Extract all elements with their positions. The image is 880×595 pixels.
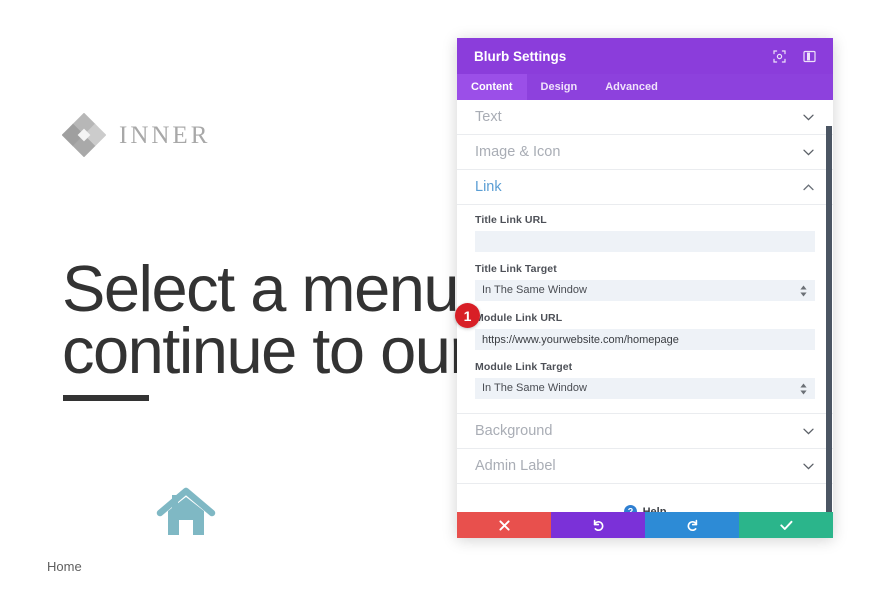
- module-link-target-select[interactable]: In The Same Window: [475, 378, 815, 399]
- stepper-arrows-icon: [800, 383, 807, 394]
- close-x-icon: [498, 519, 510, 531]
- stepper-arrows-icon: [800, 285, 807, 296]
- svg-text:?: ?: [627, 507, 633, 512]
- title-link-url-input[interactable]: [475, 231, 815, 252]
- field-title-link-target: Title Link Target In The Same Window: [475, 263, 815, 301]
- chevron-down-icon: [802, 460, 815, 473]
- tab-design[interactable]: Design: [527, 74, 592, 100]
- blurb-settings-panel: Blurb Settings Content Design Advanced T…: [457, 38, 833, 538]
- chevron-up-icon: [802, 181, 815, 194]
- site-logo[interactable]: INNER: [62, 113, 210, 157]
- section-link-content: Title Link URL Title Link Target In The …: [457, 205, 833, 414]
- question-circle-icon: ?: [623, 505, 637, 512]
- undo-button[interactable]: [551, 512, 645, 538]
- section-admin-label-header[interactable]: Admin Label: [457, 449, 833, 484]
- section-text-header[interactable]: Text: [457, 100, 833, 135]
- chevron-down-icon: [802, 111, 815, 124]
- undo-arrow-icon: [593, 519, 603, 531]
- field-module-link-url: Module Link URL: [475, 312, 815, 350]
- section-image-icon-header[interactable]: Image & Icon: [457, 135, 833, 170]
- chevron-down-icon: [802, 146, 815, 159]
- tab-content[interactable]: Content: [457, 74, 527, 100]
- checkmark-icon: [779, 520, 792, 530]
- title-link-target-value: In The Same Window: [482, 284, 587, 296]
- close-button[interactable]: [457, 512, 551, 538]
- chevron-down-icon: [802, 425, 815, 438]
- logo-text: INNER: [119, 121, 211, 149]
- section-background-header[interactable]: Background: [457, 414, 833, 449]
- field-title-link-url: Title Link URL: [475, 214, 815, 252]
- module-link-url-label: Module Link URL: [475, 312, 563, 324]
- section-link-title: Link: [475, 179, 502, 195]
- house-icon: [156, 487, 216, 535]
- redo-arrow-icon: [687, 519, 697, 531]
- title-link-target-select[interactable]: In The Same Window: [475, 280, 815, 301]
- help-label: Help: [642, 505, 667, 513]
- layout-toggle-icon[interactable]: [798, 45, 820, 67]
- module-link-target-label: Module Link Target: [475, 361, 573, 373]
- section-text-title: Text: [475, 109, 502, 125]
- field-module-link-target: Module Link Target In The Same Window: [475, 361, 815, 399]
- panel-tab-bar: Content Design Advanced: [457, 74, 833, 100]
- section-image-icon-title: Image & Icon: [475, 144, 561, 160]
- heading-divider-rule: [63, 395, 149, 401]
- annotation-badge-1: 1: [455, 303, 480, 328]
- help-row[interactable]: ? Help: [457, 484, 833, 512]
- title-link-target-label: Title Link Target: [475, 263, 557, 275]
- screenshot-root: INNER Select a menu item to continue to …: [0, 0, 880, 595]
- panel-scrollbar-thumb[interactable]: [826, 126, 832, 512]
- title-link-url-label: Title Link URL: [475, 214, 547, 226]
- panel-title: Blurb Settings: [474, 48, 567, 64]
- panel-titlebar: Blurb Settings: [457, 38, 833, 74]
- panel-body: Text Image & Icon Link Title Link URL Ti…: [457, 100, 833, 512]
- section-admin-label-title: Admin Label: [475, 458, 556, 474]
- home-label: Home: [47, 559, 82, 574]
- expand-icon[interactable]: [768, 45, 790, 67]
- module-link-target-value: In The Same Window: [482, 382, 587, 394]
- section-link-header[interactable]: Link: [457, 170, 833, 205]
- redo-button[interactable]: [645, 512, 739, 538]
- tab-advanced[interactable]: Advanced: [591, 74, 672, 100]
- diamond-cluster-icon: [62, 113, 106, 157]
- section-background-title: Background: [475, 423, 553, 439]
- save-button[interactable]: [739, 512, 833, 538]
- panel-footer: [457, 512, 833, 538]
- module-link-url-input[interactable]: [475, 329, 815, 350]
